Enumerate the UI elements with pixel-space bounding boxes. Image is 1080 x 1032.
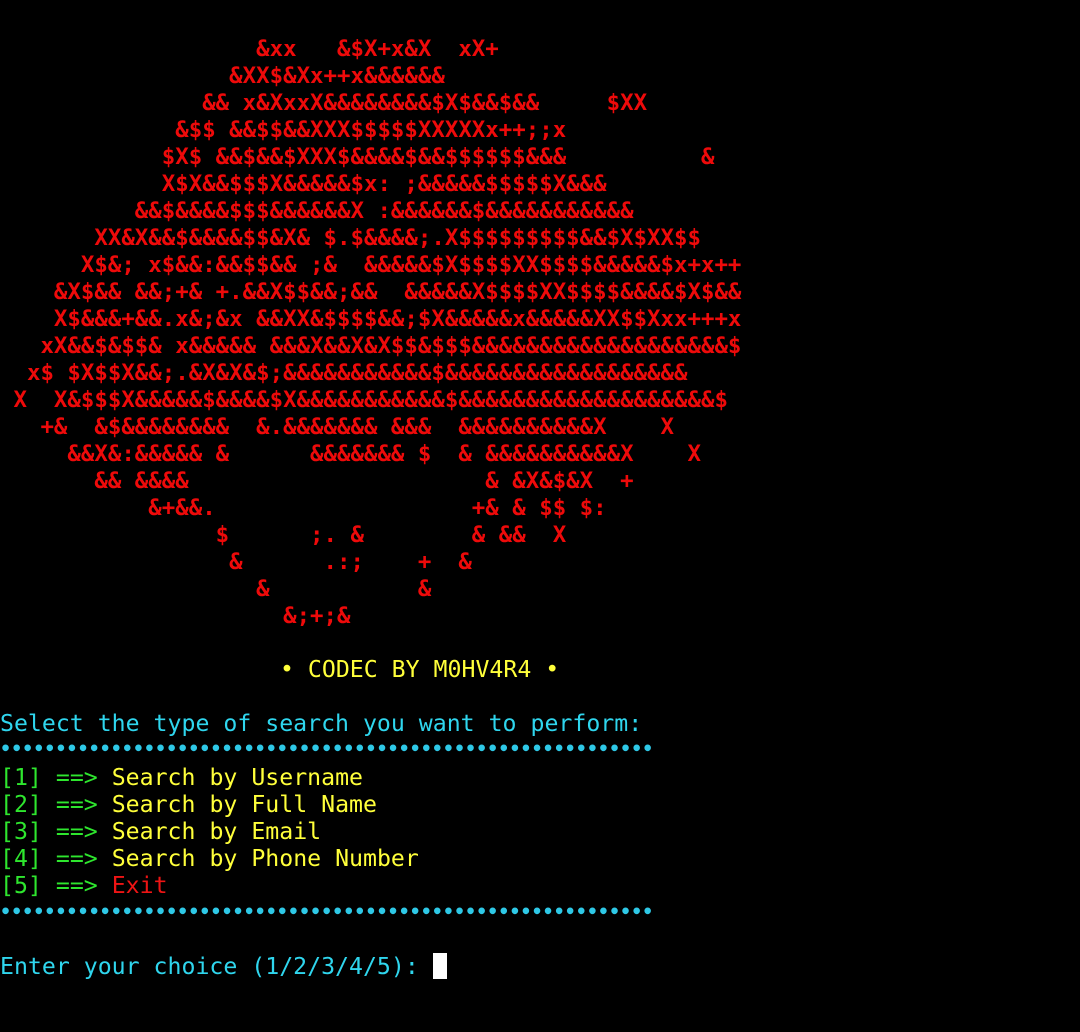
ascii-art-line: X$X&&$$$X&&&&&$x: ;&&&&&$$$$$X&&& [0, 171, 607, 197]
menu-item-index: [1] [0, 764, 42, 791]
separator-bottom: ••••••••••••••••••••••••••••••••••••••••… [0, 902, 654, 923]
ascii-art-line: &+&&. +& & $$ $: [0, 495, 607, 521]
menu-item-index: [3] [0, 818, 42, 845]
menu-item-full-name[interactable]: [2] ==> Search by Full Name [0, 791, 377, 818]
menu-item-arrow: ==> [55, 845, 98, 872]
menu-item-phone-number[interactable]: [4] ==> Search by Phone Number [0, 845, 419, 872]
ascii-art-line: $X$ &&$&&$XXX$&&&&$&&$$$$$$&&& & [0, 144, 715, 170]
banner-credit: • CODEC BY M0HV4R4 • [280, 656, 560, 683]
menu-item-index: [2] [0, 791, 42, 818]
ascii-art-line: &;+;& [0, 603, 351, 629]
ascii-art-line: X$&&&+&&.x&;&x &&XX&$$$$&&;$X&&&&&x&&&&&… [0, 306, 742, 332]
ascii-art-line: X X&$$$X&&&&&$&&&&$X&&&&&&&&&&&$&&&&&&&&… [0, 387, 728, 413]
menu-item-label: Search by Full Name [111, 791, 377, 818]
ascii-art-line: x$ $X$$X&&;.&X&X&$;&&&&&&&&&&&$&&&&&&&&&… [0, 360, 688, 386]
ascii-art-line: &&X&:&&&&& & &&&&&&& $ & &&&&&&&&&&X X [0, 441, 701, 467]
separator-top: ••••••••••••••••••••••••••••••••••••••••… [0, 739, 654, 760]
menu-item-username[interactable]: [1] ==> Search by Username [0, 764, 363, 791]
menu-item-index: [5] [0, 872, 42, 899]
menu-item-arrow: ==> [55, 791, 98, 818]
ascii-art-line: &XX$&Xx++x&&&&&& [0, 63, 445, 89]
menu-item-label: Search by Username [111, 764, 363, 791]
ascii-art-line: $ ;. & & && X [0, 522, 567, 548]
text-cursor [432, 953, 447, 979]
ascii-art-line: & .:; + & [0, 549, 472, 575]
ascii-art-line: X$&; x$&&:&&$$&& ;& &&&&&$X$$$$XX$$$$&&&… [0, 252, 742, 278]
ascii-art-line: &xx &$X+x&X xX+ [0, 36, 499, 62]
menu-item-label: Search by Email [111, 818, 322, 845]
menu-item-arrow: ==> [55, 818, 98, 845]
menu-item-index: [4] [0, 845, 42, 872]
choice-prompt: Enter your choice (1/2/3/4/5): [0, 953, 433, 980]
ascii-art-line: && x&XxxX&&&&&&&&$X$&&$&& $XX [0, 90, 648, 116]
menu-item-arrow: ==> [55, 872, 98, 899]
prompt-heading: Select the type of search you want to pe… [0, 710, 643, 737]
menu-item-arrow: ==> [55, 764, 98, 791]
ascii-art-line: & & [0, 576, 432, 602]
menu-item-label-exit: Exit [111, 872, 168, 899]
terminal-window[interactable]: &xx &$X+x&X xX+ &XX$&Xx++x&&&&&& && x&Xx… [0, 0, 1080, 1032]
menu-item-exit[interactable]: [5] ==> Exit [0, 872, 168, 899]
ascii-art-line: xX&&$&$$& x&&&&& &&&X&&X&X$$&$$$&&&&&&&&… [0, 333, 742, 359]
choice-input-line[interactable]: Enter your choice (1/2/3/4/5): [0, 953, 447, 980]
menu-item-label: Search by Phone Number [111, 845, 419, 872]
ascii-art-line: XX&X&&$&&&&$$&X& $.$&&&&;.X$$$$$$$$$&&$X… [0, 225, 701, 251]
ascii-art-line: +& &$&&&&&&&& &.&&&&&&& &&& &&&&&&&&&&X … [0, 414, 675, 440]
ascii-art-line: &X$&& &&;+& +.&&X$$&&;&& &&&&&X$$$$XX$$$… [0, 279, 742, 305]
ascii-art-line: &$$ &&$$&&XXX$$$$$XXXXXx++;;x [0, 117, 567, 143]
menu-item-email[interactable]: [3] ==> Search by Email [0, 818, 321, 845]
ascii-art-line: &&$&&&&$$$&&&&&&X :&&&&&&$&&&&&&&&&&& [0, 198, 634, 224]
ascii-art-line: && &&&& & &X&$&X + [0, 468, 634, 494]
